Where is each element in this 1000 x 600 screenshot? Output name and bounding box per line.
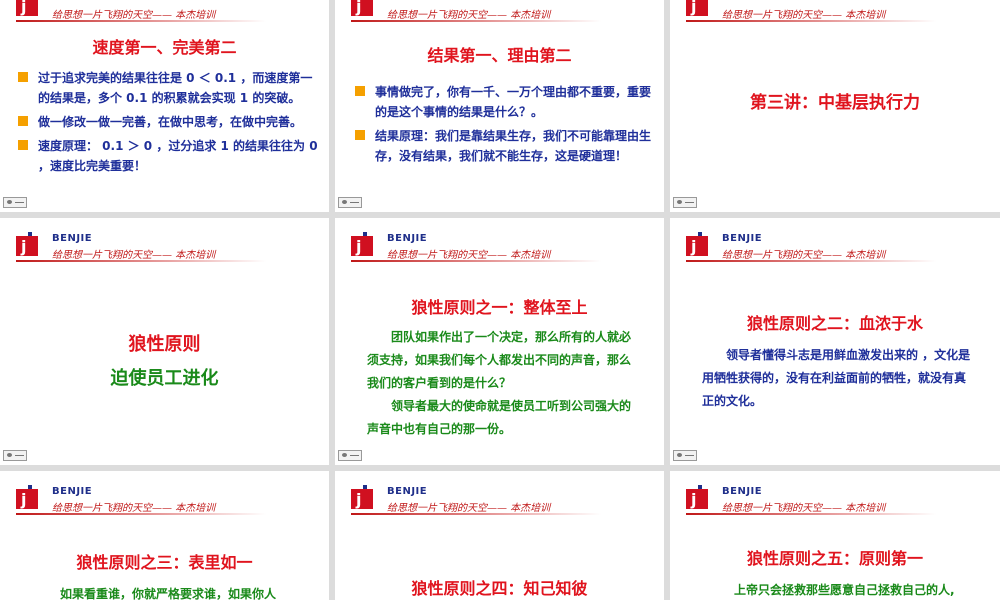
body-text: 团队如果作出了一个决定，那么所有的人就必须支持，如果我们每个人都发出不同的声音，…: [367, 326, 635, 441]
brand-name: BENJIE: [387, 486, 428, 497]
header-tagline: 给思想一片飞翔的天空—— 本杰培训: [52, 503, 216, 514]
paragraph: 领导者懂得斗志是用鲜血激发出来的 ，文化是用牺牲获得的，没有在利益面前的牺牲，就…: [702, 348, 971, 408]
benjie-logo-icon: j: [351, 0, 373, 16]
slide-wolf-principle-two[interactable]: j BENJIE 给思想一片飞翔的天空—— 本杰培训 狼性原则之二：血浓于水 领…: [670, 218, 1000, 465]
brand-name: BENJIE: [387, 233, 428, 244]
slide-thumbnail-icon[interactable]: [338, 197, 362, 208]
brand-name: BENJIE: [52, 486, 93, 497]
paragraph: 上帝只会拯救那些愿意自己拯救自己的人,: [734, 583, 955, 597]
slide-header: j BENJIE 给思想一片飞翔的天空—— 本杰培训: [0, 218, 329, 268]
svg-text:j: j: [20, 0, 26, 16]
bullet-item: 结果原理：我们是靠结果生存，我们不可能靠理由生存，没有结果，我们就不能生存，这是…: [353, 126, 653, 166]
slide-title: 狼性原则: [128, 334, 201, 355]
header-tagline: 给思想一片飞翔的天空—— 本杰培训: [387, 250, 551, 261]
body-text: 领导者懂得斗志是用鲜血激发出来的 ，文化是用牺牲获得的，没有在利益面前的牺牲，就…: [702, 344, 974, 413]
benjie-logo-icon: j: [351, 485, 373, 509]
header-divider: [16, 260, 266, 262]
slide-header: j BENJIE 给思想一片飞翔的天空—— 本杰培训: [670, 471, 1000, 521]
header-tagline: 给思想一片飞翔的天空—— 本杰培训: [52, 250, 216, 261]
svg-text:j: j: [690, 237, 696, 256]
slide-wolf-principle-five[interactable]: j BENJIE 给思想一片飞翔的天空—— 本杰培训 狼性原则之五：原则第一 上…: [670, 471, 1000, 600]
body-text: 上帝只会拯救那些愿意自己拯救自己的人,: [710, 579, 990, 600]
body-text: 如果看重谁，你就严格要求谁，如果你人: [36, 583, 316, 600]
brand-name: BENJIE: [722, 233, 763, 244]
slide-header: j 给思想一片飞翔的天空—— 本杰培训: [670, 0, 1000, 28]
slide-thumbnail-icon[interactable]: [673, 450, 697, 461]
slide-subtitle: 迫使员工进化: [110, 368, 219, 389]
slide-result-first[interactable]: j 给思想一片飞翔的天空—— 本杰培训 结果第一、理由第二 事情做完了，你有一千…: [335, 0, 664, 212]
slide-title: 狼性原则之三：表里如一: [76, 553, 253, 572]
benjie-logo-icon: j: [686, 485, 708, 509]
slide-wolf-principle[interactable]: j BENJIE 给思想一片飞翔的天空—— 本杰培训 狼性原则 迫使员工进化: [0, 218, 329, 465]
benjie-logo-icon: j: [686, 0, 708, 16]
bullet-item: 速度原理： 0.1 ＞ 0 ，过分追求 1 的结果往往为 0 ，速度比完美重要！: [16, 136, 324, 176]
header-tagline: 给思想一片飞翔的天空—— 本杰培训: [722, 250, 886, 261]
slide-title: 狼性原则之四：知己知彼: [411, 579, 588, 598]
header-tagline: 给思想一片飞翔的天空—— 本杰培训: [387, 10, 551, 21]
header-divider: [16, 513, 266, 515]
slide-header: j 给思想一片飞翔的天空—— 本杰培训: [0, 0, 329, 28]
svg-text:j: j: [690, 490, 696, 509]
header-divider: [351, 513, 601, 515]
header-tagline: 给思想一片飞翔的天空—— 本杰培训: [52, 10, 216, 21]
slide-wolf-principle-three[interactable]: j BENJIE 给思想一片飞翔的天空—— 本杰培训 狼性原则之三：表里如一 如…: [0, 471, 329, 600]
bullet-list: 过于追求完美的结果往往是 0 ＜ 0.1 ，而速度第一的结果是，多个 0.1 的…: [16, 68, 324, 180]
slide-title: 狼性原则之一：整体至上: [411, 298, 588, 317]
slide-title: 速度第一、完美第二: [92, 38, 237, 57]
benjie-logo-icon: j: [686, 232, 708, 256]
slide-lecture-three[interactable]: j 给思想一片飞翔的天空—— 本杰培训 第三讲：中基层执行力: [670, 0, 1000, 212]
benjie-logo-icon: j: [16, 0, 38, 16]
bullet-item: 做一修改一做一完善，在做中思考，在做中完善。: [16, 112, 324, 132]
svg-text:j: j: [355, 0, 361, 16]
header-divider: [351, 20, 601, 22]
slide-thumbnail-icon[interactable]: [3, 450, 27, 461]
slide-speed-first[interactable]: j 给思想一片飞翔的天空—— 本杰培训 速度第一、完美第二 过于追求完美的结果往…: [0, 0, 329, 212]
slide-title: 狼性原则之二：血浓于水: [746, 314, 923, 333]
svg-text:j: j: [20, 237, 26, 256]
svg-text:j: j: [355, 237, 361, 256]
bullet-item: 事情做完了，你有一千、一万个理由都不重要，重要的是这个事情的结果是什么？。: [353, 82, 653, 122]
header-tagline: 给思想一片飞翔的天空—— 本杰培训: [722, 503, 886, 514]
slide-header: j 给思想一片飞翔的天空—— 本杰培训: [335, 0, 664, 28]
svg-text:j: j: [20, 490, 26, 509]
paragraph: 领导者最大的使命就是使员工听到公司强大的声音中也有自己的那一份。: [367, 399, 632, 436]
header-divider: [351, 260, 601, 262]
brand-name: BENJIE: [722, 486, 763, 497]
bullet-list: 事情做完了，你有一千、一万个理由都不重要，重要的是这个事情的结果是什么？。 结果…: [353, 82, 653, 170]
benjie-logo-icon: j: [351, 232, 373, 256]
brand-name: BENJIE: [52, 233, 93, 244]
slide-thumbnail-icon[interactable]: [338, 450, 362, 461]
svg-text:j: j: [355, 490, 361, 509]
slide-wolf-principle-four[interactable]: j BENJIE 给思想一片飞翔的天空—— 本杰培训 狼性原则之四：知己知彼: [335, 471, 664, 600]
header-tagline: 给思想一片飞翔的天空—— 本杰培训: [722, 10, 886, 21]
slide-title: 狼性原则之五：原则第一: [746, 549, 923, 568]
header-tagline: 给思想一片飞翔的天空—— 本杰培训: [387, 503, 551, 514]
benjie-logo-icon: j: [16, 485, 38, 509]
slide-thumbnail-icon[interactable]: [673, 197, 697, 208]
svg-text:j: j: [690, 0, 696, 16]
slide-title: 第三讲：中基层执行力: [750, 93, 920, 113]
slide-header: j BENJIE 给思想一片飞翔的天空—— 本杰培训: [670, 218, 1000, 268]
paragraph: 团队如果作出了一个决定，那么所有的人就必须支持，如果我们每个人都发出不同的声音，…: [367, 330, 632, 390]
slide-header: j BENJIE 给思想一片飞翔的天空—— 本杰培训: [335, 218, 664, 268]
paragraph: 如果看重谁，你就严格要求谁，如果你人: [60, 587, 277, 600]
header-divider: [686, 260, 936, 262]
header-divider: [16, 20, 266, 22]
benjie-logo-icon: j: [16, 232, 38, 256]
slide-wolf-principle-one[interactable]: j BENJIE 给思想一片飞翔的天空—— 本杰培训 狼性原则之一：整体至上 团…: [335, 218, 664, 465]
slide-header: j BENJIE 给思想一片飞翔的天空—— 本杰培训: [335, 471, 664, 521]
header-divider: [686, 513, 936, 515]
slide-thumbnail-icon[interactable]: [3, 197, 27, 208]
header-divider: [686, 20, 936, 22]
slide-header: j BENJIE 给思想一片飞翔的天空—— 本杰培训: [0, 471, 329, 521]
bullet-item: 过于追求完美的结果往往是 0 ＜ 0.1 ，而速度第一的结果是，多个 0.1 的…: [16, 68, 324, 108]
slide-title: 结果第一、理由第二: [427, 46, 572, 65]
